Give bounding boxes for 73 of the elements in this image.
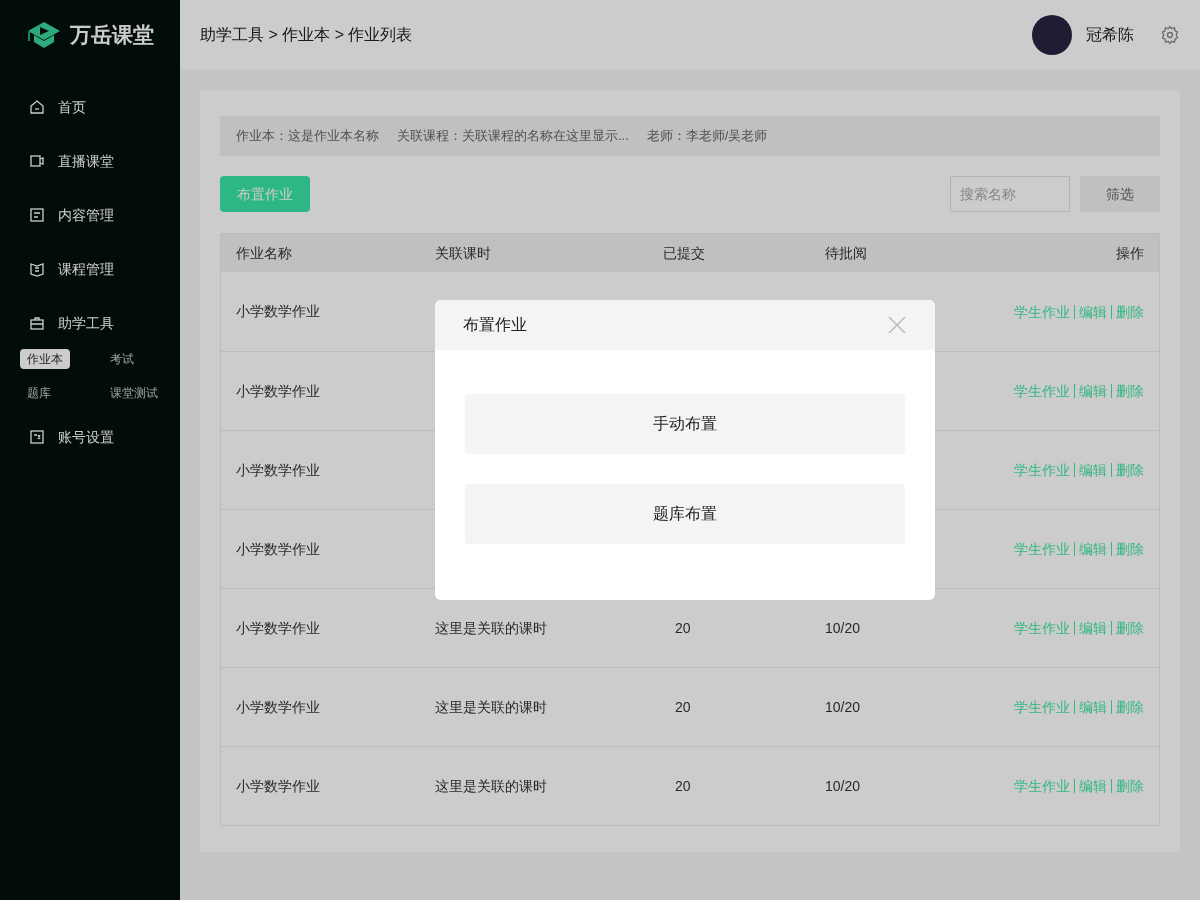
settings-icon[interactable] — [1160, 25, 1180, 45]
action-link[interactable]: 学生作业 — [1014, 621, 1070, 635]
dialog-title: 布置作业 — [463, 315, 527, 335]
action-link[interactable]: 删除 — [1111, 304, 1144, 319]
action-link[interactable]: 编辑 — [1074, 542, 1107, 556]
column-header: 操作 — [1115, 243, 1144, 263]
action-link[interactable]: 编辑 — [1074, 304, 1107, 319]
table-cell: 10/20 — [825, 619, 861, 636]
book-icon — [29, 261, 45, 277]
table-cell: 这里是关联的课时 — [435, 619, 547, 636]
brand-name: 万岳课堂 — [70, 22, 154, 49]
action-link[interactable]: 学生作业 — [1014, 542, 1070, 556]
subnav-item[interactable]: 考试 — [103, 349, 141, 369]
table-cell: 10/20 — [825, 698, 861, 715]
action-link[interactable]: 删除 — [1111, 621, 1144, 635]
table-cell-text: 20 — [674, 777, 691, 794]
user-name: 冠希陈 — [1086, 25, 1134, 45]
action-link[interactable]: 删除 — [1111, 542, 1144, 556]
doc-icon — [29, 207, 45, 223]
action-link[interactable]: 学生作业 — [1014, 304, 1070, 319]
nav-item[interactable]: 账号设置 — [0, 410, 180, 464]
close-icon[interactable] — [887, 315, 907, 335]
nav-item[interactable]: 课程管理 — [0, 242, 180, 296]
action-link[interactable]: 编辑 — [1074, 463, 1107, 477]
action-link[interactable]: 学生作业 — [1014, 463, 1070, 477]
table-cell: 10/20 — [825, 777, 861, 794]
nav-item[interactable]: 内容管理 — [0, 188, 180, 242]
table-cell: 这里是关联的课时 — [435, 698, 547, 715]
nav-item[interactable]: 直播课堂 — [0, 134, 180, 188]
table-cell-text: 20 — [674, 619, 691, 636]
search-field[interactable]: 搜索名称 — [950, 176, 1070, 212]
breadcrumb: 助学工具 > 作业本 > 作业列表 — [200, 25, 413, 45]
info-text: 关联课程：关联课程的名称在这里显示... — [397, 127, 629, 146]
table-cell-text: 小学数学作业 — [236, 539, 320, 559]
action-link[interactable]: 删除 — [1111, 463, 1144, 477]
filter-button[interactable]: 筛选 — [1080, 176, 1160, 212]
nav-item[interactable]: 首页 — [0, 80, 180, 134]
action-link[interactable]: 编辑 — [1074, 384, 1107, 398]
info-text: 作业本：这是作业本名称 — [236, 127, 379, 146]
action-link[interactable]: 学生作业 — [1014, 779, 1070, 793]
table-cell-text: 小学数学作业 — [236, 381, 320, 401]
info-text: 老师：李老师/吴老师 — [646, 127, 768, 146]
video-icon — [29, 153, 45, 169]
action-link[interactable]: 删除 — [1111, 700, 1144, 714]
table-cell-text: 小学数学作业 — [236, 302, 320, 321]
option-button[interactable]: 手动布置 — [465, 394, 905, 454]
table-cell-text: 小学数学作业 — [236, 697, 320, 717]
action-link[interactable]: 删除 — [1111, 384, 1144, 398]
logo-icon — [26, 20, 62, 50]
account-icon — [29, 429, 45, 445]
home-icon — [29, 99, 45, 115]
action-link[interactable]: 删除 — [1111, 779, 1144, 793]
subnav-item[interactable]: 作业本 — [20, 349, 70, 369]
option-button[interactable]: 题库布置 — [465, 484, 905, 544]
avatar[interactable] — [1032, 15, 1072, 55]
column-header: 已提交 — [663, 243, 706, 263]
action-link[interactable]: 编辑 — [1074, 621, 1107, 635]
assign-homework-button[interactable]: 布置作业 — [220, 176, 310, 212]
action-link[interactable]: 学生作业 — [1014, 700, 1070, 714]
action-link[interactable]: 编辑 — [1074, 779, 1107, 793]
column-header: 关联课时 — [435, 243, 492, 263]
action-link[interactable]: 编辑 — [1074, 700, 1107, 714]
column-header: 作业名称 — [236, 243, 293, 263]
table-cell-text: 20 — [674, 698, 691, 715]
table-cell-text: 小学数学作业 — [236, 618, 320, 638]
column-header: 待批阅 — [825, 243, 868, 263]
subnav-item[interactable]: 课堂测试 — [103, 383, 165, 403]
bag-icon — [29, 315, 45, 331]
table-cell: 这里是关联的课时 — [435, 777, 547, 794]
subnav-item[interactable]: 题库 — [20, 383, 58, 403]
action-link[interactable]: 学生作业 — [1014, 384, 1070, 398]
table-cell-text: 小学数学作业 — [236, 776, 320, 796]
table-cell-text: 小学数学作业 — [236, 460, 320, 480]
